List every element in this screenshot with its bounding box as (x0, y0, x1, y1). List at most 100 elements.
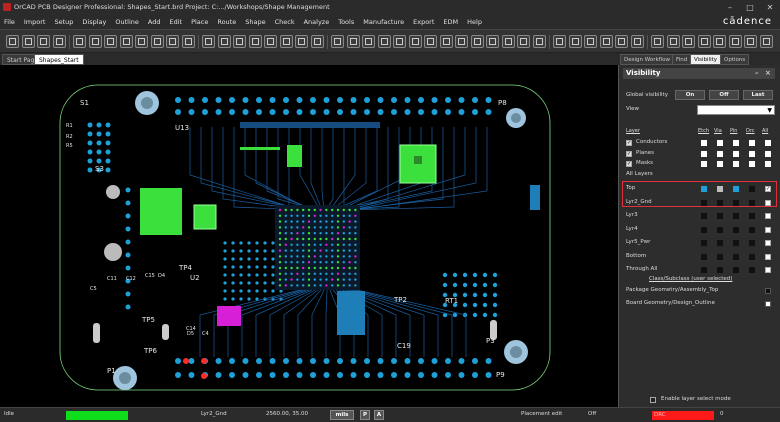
toolbar-tool-icon[interactable] (202, 35, 215, 48)
layer-color-swatch[interactable] (749, 267, 755, 273)
category-checkbox[interactable]: ✓ (626, 161, 632, 167)
category-visibility-toggle[interactable] (717, 140, 723, 146)
category-visibility-toggle[interactable] (749, 161, 755, 167)
toolbar-tool-icon[interactable] (568, 35, 582, 48)
layer-color-swatch[interactable] (749, 240, 755, 246)
layer-color-swatch[interactable] (749, 253, 755, 260)
layer-color-swatch[interactable] (701, 226, 707, 233)
tab-design-workflow[interactable]: Design Workflow (620, 54, 674, 65)
toolbar-tool-icon[interactable] (233, 35, 246, 48)
menu-route[interactable]: Route (217, 18, 236, 26)
toolbar-tool-icon[interactable] (666, 35, 680, 48)
toolbar-tool-icon[interactable] (295, 35, 308, 48)
category-checkbox[interactable]: ✓ (626, 140, 632, 146)
tab-find[interactable]: Find (672, 54, 692, 65)
a-button[interactable]: A (374, 410, 384, 420)
toolbar-tool-icon[interactable] (331, 35, 344, 48)
menu-setup[interactable]: Setup (54, 18, 73, 26)
subclass-color-swatch[interactable] (765, 288, 771, 294)
toolbar-tool-icon[interactable] (37, 35, 50, 48)
menu-help[interactable]: Help (467, 18, 482, 26)
menu-place[interactable]: Place (191, 18, 208, 26)
layer-color-swatch[interactable] (749, 213, 755, 219)
toolbar-tool-icon[interactable] (744, 35, 757, 48)
layer-color-swatch[interactable] (733, 240, 739, 246)
toolbar-tool-icon[interactable] (119, 35, 133, 48)
toolbar-tool-icon[interactable] (73, 35, 86, 48)
toolbar-tool-icon[interactable] (88, 35, 102, 48)
toolbar-tool-icon[interactable] (486, 35, 499, 48)
toolbar-tool-icon[interactable] (393, 35, 406, 48)
toolbar-tool-icon[interactable] (408, 35, 422, 48)
menu-import[interactable]: Import (24, 18, 46, 26)
view-select[interactable]: ▼ (697, 105, 775, 115)
category-visibility-toggle[interactable] (749, 150, 755, 157)
layer-color-swatch[interactable] (701, 253, 707, 260)
layer-color-swatch[interactable] (749, 226, 755, 233)
layer-color-swatch[interactable] (717, 240, 723, 246)
global-on-button[interactable]: On (675, 90, 705, 100)
toolbar-tool-icon[interactable] (501, 35, 515, 48)
units-button[interactable]: mils (330, 410, 354, 420)
toolbar-tool-icon[interactable] (310, 35, 324, 48)
menu-edit[interactable]: Edit (169, 18, 182, 26)
global-off-button[interactable]: Off (709, 90, 739, 100)
toolbar-tool-icon[interactable] (362, 35, 375, 48)
layer-color-swatch[interactable] (733, 226, 739, 233)
menu-analyze[interactable]: Analyze (304, 18, 330, 26)
toolbar-tool-icon[interactable] (532, 35, 546, 48)
layer-color-swatch[interactable] (717, 213, 723, 219)
toolbar-tool-icon[interactable] (630, 35, 644, 48)
toolbar-tool-icon[interactable] (455, 35, 468, 48)
menu-tools[interactable]: Tools (338, 18, 354, 26)
category-visibility-toggle[interactable] (765, 140, 771, 146)
layer-color-swatch[interactable] (717, 253, 723, 260)
category-visibility-toggle[interactable] (765, 161, 771, 167)
toolbar-tool-icon[interactable] (248, 35, 262, 48)
menu-edm[interactable]: EDM (443, 18, 458, 26)
category-visibility-toggle[interactable] (749, 140, 755, 146)
category-visibility-toggle[interactable] (717, 161, 723, 167)
toolbar-tool-icon[interactable] (728, 35, 742, 48)
category-visibility-toggle[interactable] (717, 150, 723, 157)
layer-color-swatch[interactable] (733, 213, 739, 219)
class-subclass-link[interactable]: Class/Subclass (user selected) (649, 276, 732, 282)
tab-shapes-start[interactable]: Shapes_Start (34, 54, 84, 65)
category-visibility-toggle[interactable] (701, 161, 707, 167)
layer-color-swatch[interactable] (733, 253, 739, 260)
toolbar-tool-icon[interactable] (166, 35, 179, 48)
toolbar-tool-icon[interactable] (181, 35, 195, 48)
menu-outline[interactable]: Outline (115, 18, 139, 26)
p-button[interactable]: P (360, 410, 370, 420)
layer-color-swatch[interactable] (733, 267, 739, 273)
global-last-button[interactable]: Last (743, 90, 773, 100)
toolbar-tool-icon[interactable] (615, 35, 628, 48)
layer-color-swatch[interactable] (701, 240, 707, 246)
layer-select-mode-checkbox[interactable] (650, 397, 656, 403)
layer-all-checkbox[interactable] (765, 240, 771, 246)
toolbar-tool-icon[interactable] (697, 35, 711, 48)
toolbar-tool-icon[interactable] (264, 35, 277, 48)
toolbar-tool-icon[interactable] (759, 35, 773, 48)
toolbar-tool-icon[interactable] (599, 35, 613, 48)
toolbar-tool-icon[interactable] (150, 35, 164, 48)
layer-all-checkbox[interactable] (765, 213, 771, 219)
category-visibility-toggle[interactable] (733, 150, 739, 157)
category-visibility-toggle[interactable] (733, 161, 739, 167)
menu-shape[interactable]: Shape (245, 18, 265, 26)
toolbar-tool-icon[interactable] (217, 35, 231, 48)
pin-icon[interactable]: – (755, 68, 759, 79)
category-visibility-toggle[interactable] (765, 150, 771, 157)
drc-indicator[interactable]: DRC (652, 411, 714, 420)
menu-check[interactable]: Check (275, 18, 295, 26)
layer-color-swatch[interactable] (717, 267, 723, 273)
toolbar-tool-icon[interactable] (553, 35, 566, 48)
menu-manufacture[interactable]: Manufacture (363, 18, 404, 26)
layer-color-swatch[interactable] (717, 226, 723, 233)
category-visibility-toggle[interactable] (701, 150, 707, 157)
close-button[interactable]: ✕ (758, 0, 780, 14)
toolbar-tool-icon[interactable] (424, 35, 437, 48)
toolbar-tool-icon[interactable] (713, 35, 726, 48)
subclass-color-swatch[interactable] (765, 301, 771, 307)
tab-options[interactable]: Options (720, 54, 750, 65)
